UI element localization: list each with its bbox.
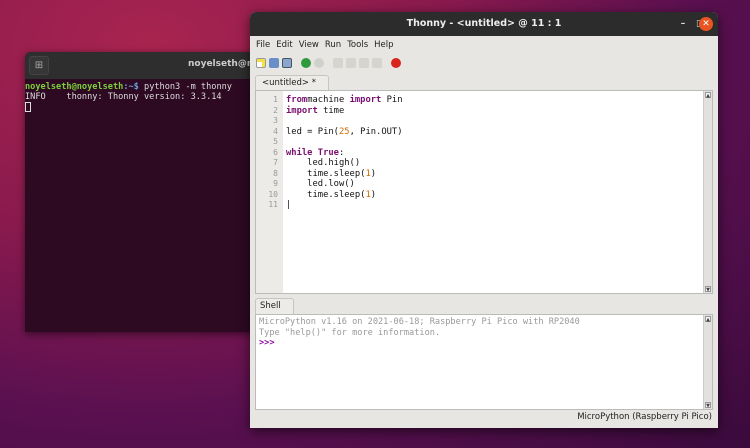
keyword: import (349, 95, 382, 105)
keyword: from (286, 95, 308, 105)
step-over-icon[interactable] (333, 58, 343, 68)
new-tab-icon[interactable]: ⊞ (29, 56, 49, 75)
line-number: 11 (268, 200, 278, 209)
step-out-icon[interactable] (359, 58, 369, 68)
menu-run[interactable]: Run (322, 40, 344, 50)
shell-line: Type "help()" for more information. (259, 327, 441, 338)
line-numbers: 1 2 3 4 5 6 7 8 9 10 11 (256, 91, 283, 293)
debug-icon[interactable] (314, 58, 324, 68)
keyword: import (286, 105, 318, 116)
line-number: 6 (273, 147, 278, 157)
line-number: 7 (273, 158, 278, 167)
menubar: File Edit View Run Tools Help (250, 36, 718, 53)
toolbar (250, 53, 718, 73)
line-number: 2 (273, 105, 278, 115)
shell-scrollbar[interactable]: ▲ ▼ (703, 315, 712, 409)
terminal-title: noyelseth@no (188, 59, 260, 69)
code-token: time.sleep( (286, 168, 366, 179)
save-icon[interactable] (282, 58, 292, 68)
code-token: led = Pin( (286, 126, 339, 137)
code-line: frommachine import Pin (286, 95, 703, 106)
code-token: machine (307, 95, 350, 105)
shell-prompt[interactable]: >>> (259, 338, 703, 349)
menu-file[interactable]: File (253, 40, 273, 50)
terminal-window[interactable]: ⊞ noyelseth@no noyelseth@noyelseth:~$ py… (25, 52, 265, 332)
code-token: ) (370, 168, 377, 179)
code-line: led = Pin(25, Pin.OUT) (286, 127, 703, 138)
line-number: 1 (273, 95, 278, 104)
menu-edit[interactable]: Edit (273, 40, 295, 50)
code-line: | (286, 200, 703, 211)
titlebar[interactable]: Thonny - <untitled> @ 11 : 1 – □ ✕ (250, 12, 718, 36)
code-token: led.high() (286, 158, 361, 168)
code-line: led.low() (286, 179, 703, 190)
shell-line: MicroPython v1.16 on 2021-06-18; Raspber… (259, 317, 580, 327)
line-number: 9 (273, 179, 278, 188)
new-file-icon[interactable] (256, 58, 266, 68)
code-token: time.sleep( (286, 189, 366, 200)
prompt-user: noyelseth@noyelseth (25, 82, 124, 92)
code-line: led.high() (286, 158, 703, 169)
line-number: 10 (268, 189, 278, 199)
keyword: True (317, 147, 339, 158)
tab-shell[interactable]: Shell (255, 298, 294, 315)
prompt-path: :~$ (123, 82, 139, 92)
code-line: while True: (286, 148, 703, 159)
interpreter-status[interactable]: MicroPython (Raspberry Pi Pico) (577, 412, 712, 422)
close-icon[interactable]: ✕ (699, 17, 713, 31)
code-token: Pin (381, 95, 403, 105)
code-line: time.sleep(1) (286, 169, 703, 180)
code-token: , Pin.OUT) (349, 126, 403, 137)
code-area[interactable]: frommachine import Pin import time led = P… (283, 91, 703, 293)
number-literal: 25 (338, 126, 350, 137)
minimize-icon[interactable]: – (676, 17, 690, 31)
code-token: led.low() (286, 179, 355, 189)
thonny-window: Thonny - <untitled> @ 11 : 1 – □ ✕ FileE… (250, 12, 718, 428)
code-token: time (317, 105, 345, 116)
window-title: Thonny - <untitled> @ 11 : 1 (406, 18, 562, 29)
run-icon[interactable] (301, 58, 311, 68)
menu-help[interactable]: Help (371, 40, 396, 50)
editor-scrollbar[interactable]: ▲ ▼ (703, 91, 712, 293)
shell-panel[interactable]: MicroPython v1.16 on 2021-06-18; Raspber… (255, 314, 713, 410)
resume-icon[interactable] (372, 58, 382, 68)
code-token: | (286, 200, 292, 210)
code-line: import time (286, 106, 703, 117)
line-number: 5 (273, 137, 278, 146)
line-number: 4 (273, 126, 278, 136)
code-token: : (338, 147, 345, 158)
menu-view[interactable]: View (296, 40, 322, 50)
step-into-icon[interactable] (346, 58, 356, 68)
command: python3 -m thonny (138, 82, 232, 92)
line-number: 8 (273, 168, 278, 178)
terminal-output[interactable]: noyelseth@noyelseth:~$ python3 -m thonny… (25, 79, 265, 112)
menu-tools[interactable]: Tools (344, 40, 371, 50)
open-file-icon[interactable] (269, 58, 279, 68)
stop-icon[interactable] (391, 58, 401, 68)
code-line: time.sleep(1) (286, 190, 703, 201)
keyword: while (286, 147, 313, 158)
terminal-titlebar[interactable]: ⊞ noyelseth@no (25, 52, 265, 79)
code-token: ) (370, 189, 377, 200)
output-line: INFO thonny: Thonny version: 3.3.14 (25, 92, 222, 102)
terminal-cursor (25, 102, 31, 112)
line-number: 3 (273, 116, 278, 125)
code-editor[interactable]: 1 2 3 4 5 6 7 8 9 10 11 frommachine import Pin impo… (255, 90, 713, 294)
